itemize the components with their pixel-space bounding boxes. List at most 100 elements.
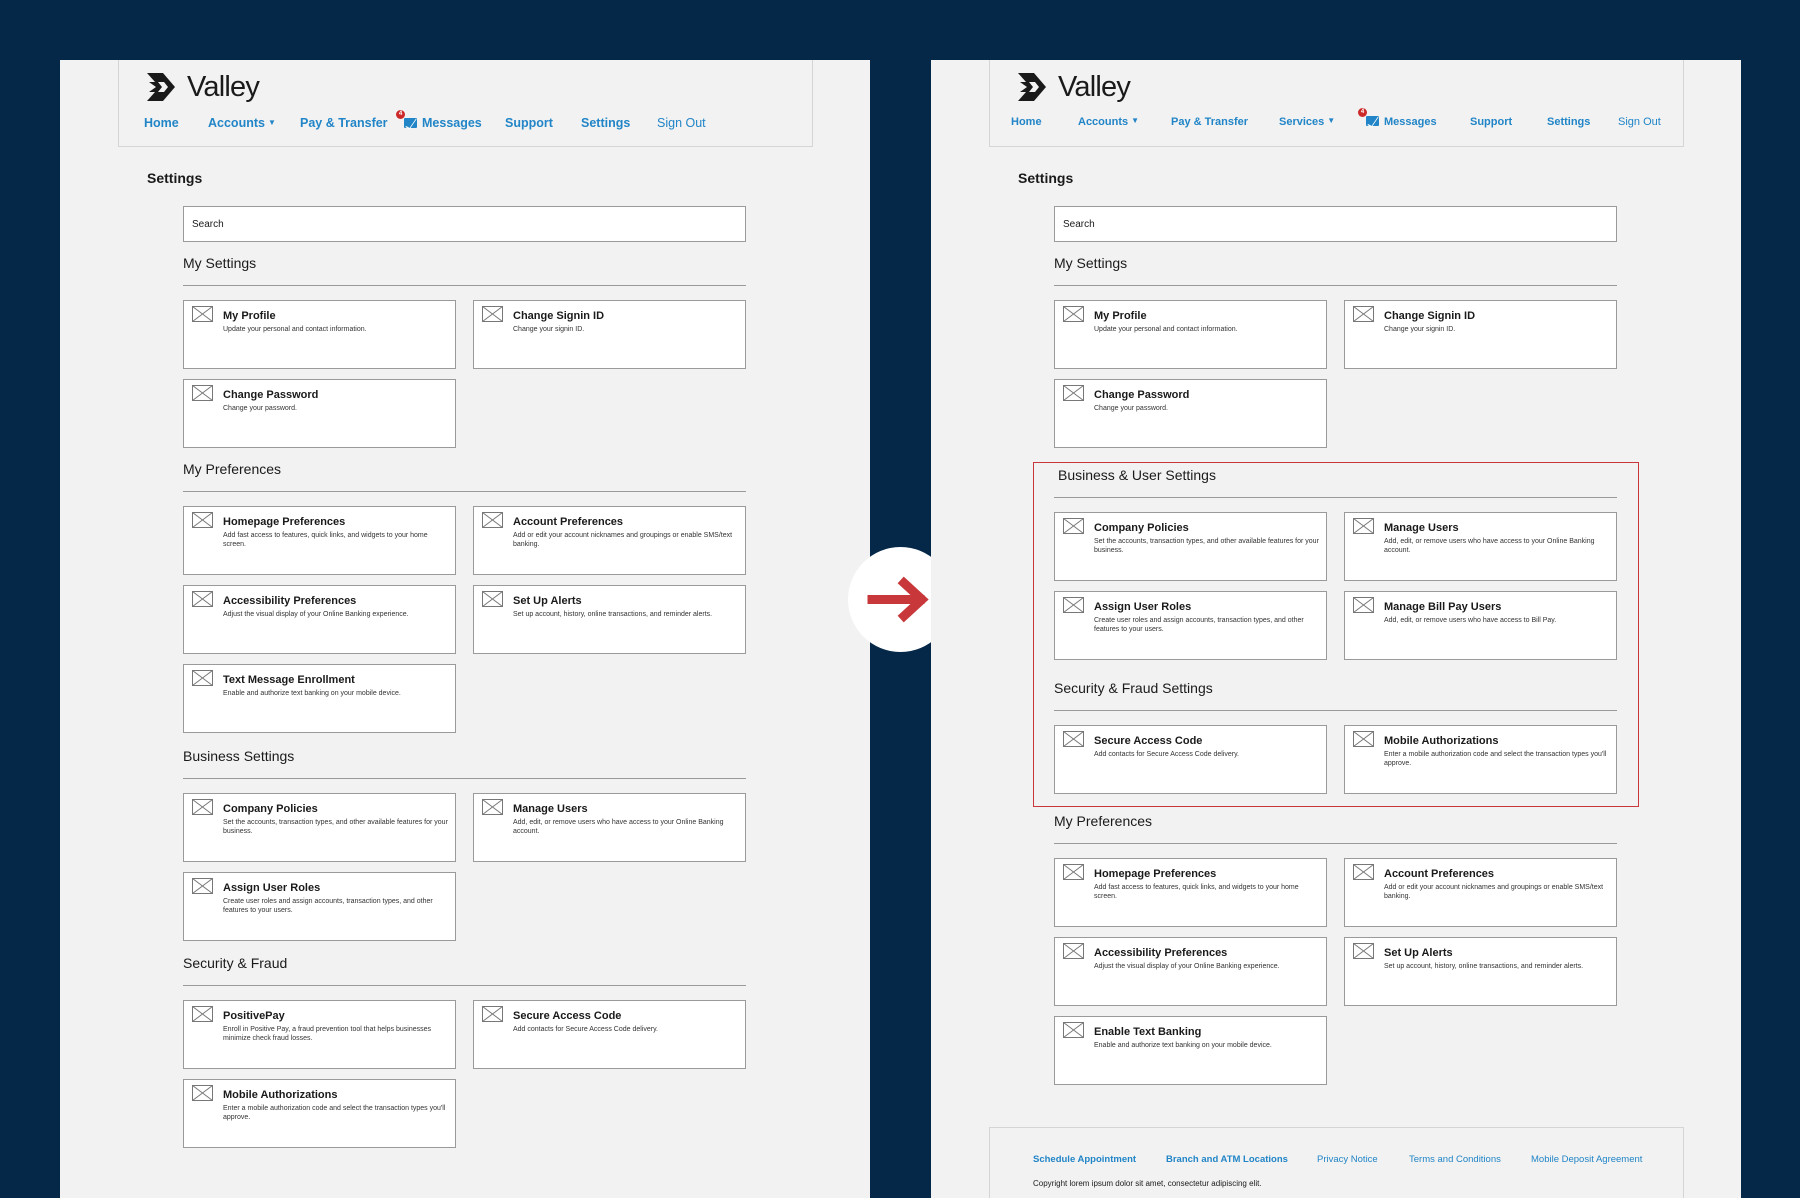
card-account-preferences[interactable]: Account Preferences Add or edit your acc… bbox=[473, 506, 746, 575]
site-header: Valley Home Accounts ▼ Pay & Transfer Ser… bbox=[989, 60, 1684, 147]
image-placeholder-icon bbox=[192, 512, 213, 528]
chevron-down-icon: ▼ bbox=[267, 118, 276, 127]
messages-icon: 4 bbox=[1358, 108, 1379, 126]
search-input[interactable] bbox=[183, 206, 746, 242]
brand-logo[interactable]: Valley bbox=[145, 70, 260, 104]
section-my-settings: My Settings bbox=[183, 255, 257, 271]
card-assign-user-roles[interactable]: Assign User Roles Create user roles and … bbox=[1054, 591, 1327, 660]
card-company-policies[interactable]: Company Policies Set the accounts, trans… bbox=[1054, 512, 1327, 581]
image-placeholder-icon bbox=[1063, 306, 1084, 322]
card-change-password[interactable]: Change Password Change your password. bbox=[1054, 379, 1327, 448]
card-my-profile[interactable]: My Profile Update your personal and cont… bbox=[1054, 300, 1327, 369]
copyright-text: Copyright lorem ipsum dolor sit amet, co… bbox=[1033, 1179, 1262, 1188]
page-title: Settings bbox=[147, 170, 203, 186]
section-business-settings: Business Settings bbox=[183, 748, 295, 764]
nav-support[interactable]: Support bbox=[1470, 116, 1512, 128]
card-change-signin-id[interactable]: Change Signin ID Change your signin ID. bbox=[473, 300, 746, 369]
image-placeholder-icon bbox=[192, 670, 213, 686]
nav-pay-transfer[interactable]: Pay & Transfer bbox=[1171, 116, 1248, 128]
card-mobile-authorizations[interactable]: Mobile Authorizations Enter a mobile aut… bbox=[183, 1079, 456, 1148]
card-description: Enable and authorize text banking on you… bbox=[223, 690, 401, 697]
card-title: Company Policies bbox=[223, 803, 318, 815]
card-title: Homepage Preferences bbox=[223, 516, 346, 528]
nav-settings[interactable]: Settings bbox=[1547, 116, 1590, 128]
footer-link-terms[interactable]: Terms and Conditions bbox=[1409, 1154, 1501, 1165]
nav-settings[interactable]: Settings bbox=[581, 116, 630, 130]
nav-sign-out[interactable]: Sign Out bbox=[657, 116, 706, 130]
card-description: Enter a mobile authorization code and se… bbox=[1384, 751, 1607, 767]
card-manage-bill-pay-users[interactable]: Manage Bill Pay Users Add, edit, or remo… bbox=[1344, 591, 1617, 660]
card-assign-user-roles[interactable]: Assign User Roles Create user roles and … bbox=[183, 872, 456, 941]
card-set-up-alerts[interactable]: Set Up Alerts Set up account, history, o… bbox=[473, 585, 746, 654]
card-description: Set up account, history, online transact… bbox=[513, 611, 713, 618]
footer-link-privacy-notice[interactable]: Privacy Notice bbox=[1317, 1154, 1378, 1165]
card-account-preferences[interactable]: Account Preferences Add or edit your acc… bbox=[1344, 858, 1617, 927]
card-description: Add or edit your account nicknames and g… bbox=[1384, 884, 1604, 900]
nav-home[interactable]: Home bbox=[144, 116, 179, 130]
card-description: Add fast access to features, quick links… bbox=[1094, 884, 1299, 900]
card-company-policies[interactable]: Company Policies Set the accounts, trans… bbox=[183, 793, 456, 862]
card-description: Add, edit, or remove users who have acce… bbox=[1384, 538, 1595, 554]
divider bbox=[1054, 285, 1617, 286]
section-my-preferences: My Preferences bbox=[183, 461, 282, 477]
card-title: Mobile Authorizations bbox=[223, 1089, 338, 1101]
image-placeholder-icon bbox=[482, 512, 503, 528]
footer-link-branch-atm[interactable]: Branch and ATM Locations bbox=[1166, 1154, 1288, 1165]
image-placeholder-icon bbox=[1353, 731, 1374, 747]
section-security-fraud-settings: Security & Fraud Settings bbox=[1054, 680, 1213, 696]
nav-messages[interactable]: 4 Messages bbox=[1358, 108, 1437, 128]
image-placeholder-icon bbox=[1063, 943, 1084, 959]
image-placeholder-icon bbox=[1063, 731, 1084, 747]
image-placeholder-icon bbox=[192, 1006, 213, 1022]
image-placeholder-icon bbox=[482, 306, 503, 322]
card-text-message-enrollment[interactable]: Text Message Enrollment Enable and autho… bbox=[183, 664, 456, 733]
divider bbox=[183, 985, 746, 986]
card-set-up-alerts[interactable]: Set Up Alerts Set up account, history, o… bbox=[1344, 937, 1617, 1006]
card-description: Enroll in Positive Pay, a fraud preventi… bbox=[223, 1026, 432, 1042]
card-homepage-preferences[interactable]: Homepage Preferences Add fast access to … bbox=[183, 506, 456, 575]
card-change-password[interactable]: Change Password Change your password. bbox=[183, 379, 456, 448]
nav-messages-label: Messages bbox=[422, 116, 482, 130]
nav-accounts[interactable]: Accounts ▼ bbox=[208, 116, 276, 130]
valley-logo-icon bbox=[1018, 73, 1046, 101]
card-enable-text-banking[interactable]: Enable Text Banking Enable and authorize… bbox=[1054, 1016, 1327, 1085]
card-description: Change your signin ID. bbox=[1384, 326, 1456, 333]
card-description: Set the accounts, transaction types, and… bbox=[223, 819, 448, 835]
search-input[interactable] bbox=[1054, 206, 1617, 242]
nav-support[interactable]: Support bbox=[505, 116, 553, 130]
card-description: Create user roles and assign accounts, t… bbox=[223, 898, 433, 914]
brand-logo[interactable]: Valley bbox=[1016, 70, 1131, 104]
nav-sign-out[interactable]: Sign Out bbox=[1618, 116, 1661, 128]
card-manage-users[interactable]: Manage Users Add, edit, or remove users … bbox=[473, 793, 746, 862]
chevron-down-icon: ▼ bbox=[1131, 116, 1140, 125]
valley-logo-icon bbox=[147, 73, 175, 101]
nav-services[interactable]: Services ▼ bbox=[1279, 116, 1335, 128]
card-title: Mobile Authorizations bbox=[1384, 735, 1499, 747]
nav-home[interactable]: Home bbox=[1011, 116, 1042, 128]
section-business-user-settings: Business & User Settings bbox=[1058, 467, 1216, 483]
nav-accounts[interactable]: Accounts ▼ bbox=[1078, 116, 1139, 128]
nav-pay-transfer[interactable]: Pay & Transfer bbox=[300, 116, 388, 130]
card-description: Enter a mobile authorization code and se… bbox=[223, 1105, 446, 1121]
card-title: Homepage Preferences bbox=[1094, 868, 1217, 880]
card-change-signin-id[interactable]: Change Signin ID Change your signin ID. bbox=[1344, 300, 1617, 369]
brand-name: Valley bbox=[187, 70, 260, 103]
footer-link-mobile-deposit[interactable]: Mobile Deposit Agreement bbox=[1531, 1154, 1642, 1165]
card-mobile-authorizations[interactable]: Mobile Authorizations Enter a mobile aut… bbox=[1344, 725, 1617, 794]
card-accessibility-preferences[interactable]: Accessibility Preferences Adjust the vis… bbox=[183, 585, 456, 654]
card-secure-access-code[interactable]: Secure Access Code Add contacts for Secu… bbox=[473, 1000, 746, 1069]
card-positive-pay[interactable]: PositivePay Enroll in Positive Pay, a fr… bbox=[183, 1000, 456, 1069]
card-description: Enable and authorize text banking on you… bbox=[1094, 1042, 1272, 1049]
card-my-profile[interactable]: My Profile Update your personal and cont… bbox=[183, 300, 456, 369]
card-description: Create user roles and assign accounts, t… bbox=[1094, 617, 1304, 633]
nav-messages[interactable]: 4 Messages bbox=[396, 110, 482, 130]
card-manage-users[interactable]: Manage Users Add, edit, or remove users … bbox=[1344, 512, 1617, 581]
messages-icon: 4 bbox=[396, 110, 417, 128]
card-title: Enable Text Banking bbox=[1094, 1026, 1202, 1038]
image-placeholder-icon bbox=[1063, 385, 1084, 401]
footer-link-schedule-appointment[interactable]: Schedule Appointment bbox=[1033, 1154, 1136, 1165]
nav-services-label: Services bbox=[1279, 116, 1325, 128]
card-homepage-preferences[interactable]: Homepage Preferences Add fast access to … bbox=[1054, 858, 1327, 927]
card-secure-access-code[interactable]: Secure Access Code Add contacts for Secu… bbox=[1054, 725, 1327, 794]
card-accessibility-preferences[interactable]: Accessibility Preferences Adjust the vis… bbox=[1054, 937, 1327, 1006]
